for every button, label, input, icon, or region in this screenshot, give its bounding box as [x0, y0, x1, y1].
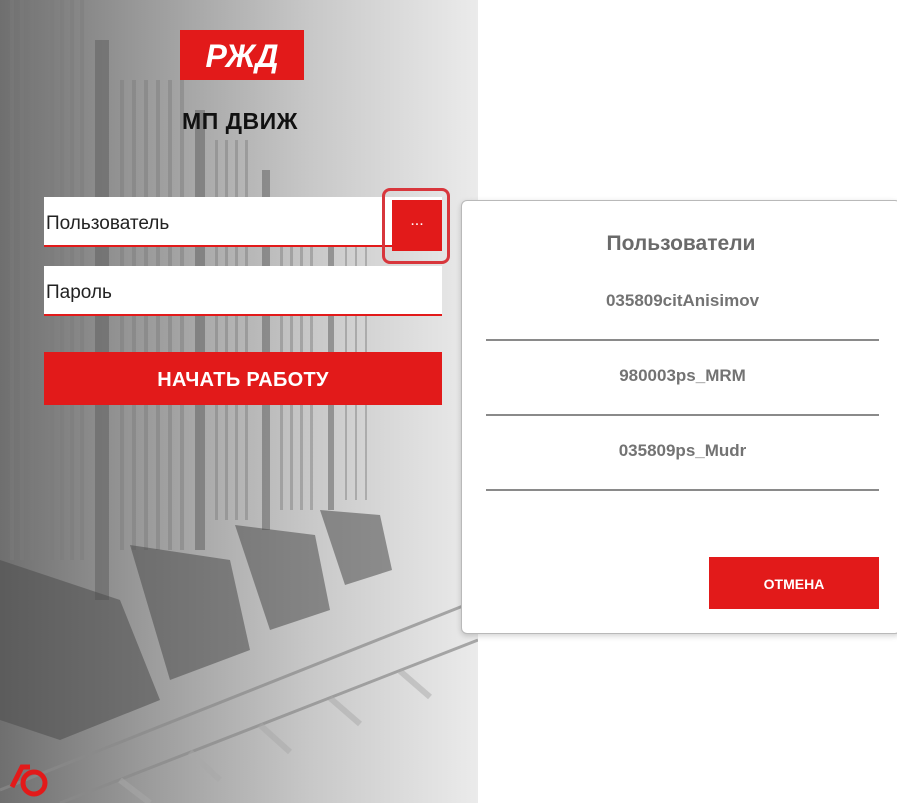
user-list-item[interactable]: 980003ps_MRM	[486, 342, 879, 416]
users-dialog: Пользователи 035809citAnisimov 980003ps_…	[461, 200, 897, 634]
svg-text:РЖД: РЖД	[206, 38, 279, 74]
password-field[interactable]: Пароль	[44, 266, 442, 316]
user-name: 035809ps_Mudr	[618, 441, 747, 460]
user-list-button-face[interactable]: ...	[392, 200, 442, 251]
dialog-title: Пользователи	[606, 232, 756, 255]
start-work-button[interactable]: НАЧАТЬ РАБОТУ	[44, 352, 442, 405]
password-label: Пароль	[46, 282, 112, 303]
username-label: Пользователь	[46, 213, 170, 234]
cancel-button[interactable]: ОТМЕНА	[709, 557, 879, 609]
user-name: 035809citAnisimov	[605, 291, 760, 310]
app-name: МП ДВИЖ	[182, 108, 298, 134]
user-list-item[interactable]: 035809ps_Mudr	[486, 417, 879, 491]
rzd-logo: РЖД	[180, 30, 304, 80]
rzd-small-logo-icon	[9, 764, 48, 797]
user-list-button[interactable]: ...	[382, 188, 450, 264]
login-panel: РЖД МП ДВИЖ Пользователь Пароль НАЧАТЬ Р…	[0, 0, 478, 803]
user-list-item[interactable]: 035809citAnisimov	[486, 267, 879, 341]
user-name: 980003ps_MRM	[619, 366, 746, 385]
